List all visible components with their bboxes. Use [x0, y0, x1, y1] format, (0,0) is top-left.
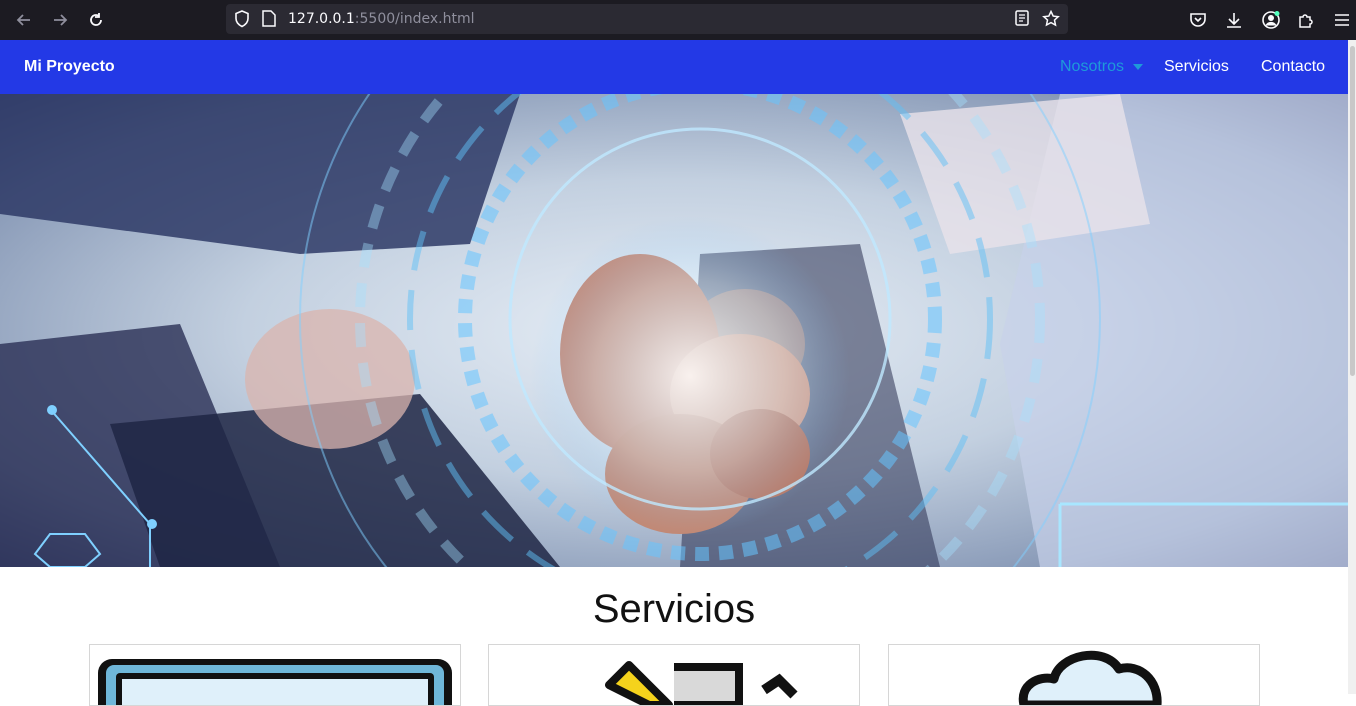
page-icon	[262, 10, 276, 27]
nav-item-nosotros[interactable]: Nosotros	[1060, 58, 1124, 76]
pocket-button[interactable]	[1186, 8, 1210, 32]
address-bar[interactable]: 127.0.0.1:5500/index.html	[226, 4, 1068, 34]
url-path: :5500/index.html	[354, 11, 475, 27]
hamburger-icon	[1335, 14, 1349, 26]
arrow-left-icon	[16, 14, 30, 26]
menu-button[interactable]	[1330, 8, 1354, 32]
reload-button[interactable]	[84, 8, 108, 32]
account-button[interactable]	[1259, 8, 1283, 32]
reader-view-icon[interactable]	[1014, 10, 1030, 26]
nav-item-servicios[interactable]: Servicios	[1164, 58, 1229, 76]
extensions-button[interactable]	[1294, 8, 1318, 32]
site-navbar: Mi Proyecto Nosotros Servicios Contacto	[0, 40, 1348, 94]
nav-item-contacto[interactable]: Contacto	[1261, 58, 1325, 76]
service-card[interactable]	[888, 644, 1260, 706]
cloud-icon	[1018, 650, 1162, 705]
brand-link[interactable]: Mi Proyecto	[24, 58, 115, 76]
account-icon	[1262, 11, 1280, 29]
monitor-icon	[98, 659, 452, 705]
back-button[interactable]	[12, 8, 36, 32]
service-card[interactable]	[488, 644, 860, 706]
dropdown-caret-icon[interactable]	[1133, 64, 1143, 70]
puzzle-icon	[1299, 14, 1313, 28]
service-card[interactable]	[89, 644, 461, 706]
downloads-button[interactable]	[1222, 8, 1246, 32]
services-heading: Servicios	[592, 587, 756, 631]
shield-icon[interactable]	[234, 10, 250, 28]
hero-image	[0, 94, 1348, 567]
browser-toolbar: 127.0.0.1:5500/index.html	[0, 0, 1356, 40]
scrollbar-thumb[interactable]	[1350, 46, 1355, 376]
hero-illustration	[0, 94, 1348, 567]
arrow-right-icon	[54, 14, 68, 26]
pocket-icon	[1190, 13, 1206, 27]
url-text: 127.0.0.1:5500/index.html	[288, 11, 475, 27]
download-icon	[1227, 13, 1241, 28]
reload-icon	[90, 13, 102, 26]
tools-icon	[605, 661, 798, 705]
url-host: 127.0.0.1	[288, 11, 355, 27]
forward-button[interactable]	[48, 8, 72, 32]
bookmark-star-icon[interactable]	[1042, 10, 1060, 28]
